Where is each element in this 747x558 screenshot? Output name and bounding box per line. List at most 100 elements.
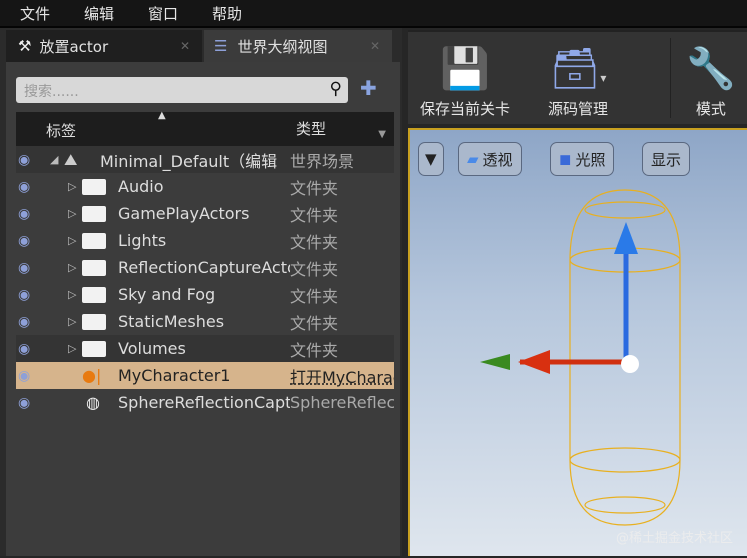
- search-input[interactable]: 搜索...... ⚲: [16, 77, 348, 103]
- outliner-row[interactable]: ◉ ▷ Volumes 文件夹: [16, 335, 394, 362]
- visibility-eye-icon[interactable]: ◉: [18, 341, 42, 357]
- row-name: MyCharacter1: [118, 366, 231, 385]
- sort-asc-icon: ▲: [158, 110, 166, 121]
- visibility-eye-icon[interactable]: ◉: [18, 179, 42, 195]
- row-name: GamePlayActors: [118, 204, 250, 223]
- wrench-brush-icon: 🔧: [686, 46, 736, 92]
- z-arrow-head: [614, 222, 638, 254]
- folder-icon: [82, 178, 106, 195]
- expand-arrow-icon[interactable]: ▷: [68, 342, 76, 355]
- row-type: 文件夹: [290, 340, 339, 360]
- visibility-eye-icon[interactable]: ◉: [18, 260, 42, 276]
- row-type: 文件夹: [290, 232, 339, 252]
- row-type[interactable]: 打开MyCharacter: [290, 364, 394, 388]
- save-label: 保存当前关卡: [420, 100, 511, 118]
- folder-icon: [82, 340, 106, 357]
- expand-arrow-icon[interactable]: ▷: [68, 261, 76, 274]
- divider: [670, 38, 671, 118]
- toolbar: 💾 保存当前关卡 🗃▾ 源码管理 🔧 模式: [408, 30, 747, 124]
- row-name: Minimal_Default（编辑: [100, 151, 278, 171]
- expand-arrow-icon[interactable]: ▷: [68, 315, 76, 328]
- outliner-row[interactable]: ◉ ▷ Sky and Fog 文件夹: [16, 281, 394, 308]
- search-icon: ⚲: [329, 79, 342, 99]
- outliner-row[interactable]: ◉ ▷ ReflectionCaptureActors文件夹: [16, 254, 394, 281]
- world-outliner: 搜索...... ⚲ ✚ 标签 ▲ 类型 ▼ ◉ ◢ ⛰ Minimal_Default…: [6, 62, 400, 556]
- tab-place-actor[interactable]: ⚒ 放置actor ✕: [6, 30, 202, 62]
- source-control-button[interactable]: 🗃▾ 源码管理: [548, 40, 608, 119]
- column-header: 标签 ▲ 类型 ▼: [16, 110, 394, 147]
- expand-arrow-icon[interactable]: ◢: [50, 153, 58, 166]
- row-type: 世界场景: [290, 151, 355, 171]
- world-icon: ⛰: [64, 149, 78, 169]
- menu-help[interactable]: 帮助: [212, 3, 242, 24]
- outliner-row[interactable]: ◉ ●| MyCharacter1 打开MyCharacter: [16, 362, 394, 389]
- outliner-row[interactable]: ◉ ▷ Audio 文件夹: [16, 173, 394, 200]
- tab-label: 世界大纲视图: [237, 37, 328, 56]
- outliner-row[interactable]: ◉ ▷ Lights 文件夹: [16, 227, 394, 254]
- modes-button[interactable]: 🔧 模式: [686, 40, 736, 119]
- menu-file[interactable]: 文件: [20, 3, 50, 24]
- outliner-row[interactable]: ◉ ▷ GamePlayActors 文件夹: [16, 200, 394, 227]
- menu-window[interactable]: 窗口: [148, 3, 178, 24]
- character-icon: ●|: [82, 366, 102, 385]
- row-name: Audio: [118, 177, 164, 196]
- row-type: 文件夹: [290, 313, 339, 333]
- row-type: SphereReflectionCapture: [290, 393, 394, 412]
- visibility-eye-icon[interactable]: ◉: [18, 233, 42, 249]
- row-name: Lights: [118, 231, 167, 250]
- visibility-eye-icon[interactable]: ◉: [18, 368, 42, 384]
- add-folder-icon[interactable]: ✚: [360, 76, 377, 100]
- visibility-eye-icon[interactable]: ◉: [18, 206, 42, 222]
- column-label[interactable]: 标签: [46, 120, 76, 141]
- expand-arrow-icon[interactable]: ▷: [68, 180, 76, 193]
- search-placeholder: 搜索......: [24, 84, 79, 100]
- sphere-capture-icon: ◍: [86, 393, 100, 412]
- visibility-eye-icon[interactable]: ◉: [18, 152, 42, 168]
- outliner-row[interactable]: ◉ ▷ StaticMeshes 文件夹: [16, 308, 394, 335]
- left-panel: ⚒ 放置actor ✕ ☰ 世界大纲视图 ✕ 搜索...... ⚲ ✚ 标签 ▲ 类型 ▼…: [0, 28, 402, 556]
- x-arrow-head: [518, 350, 550, 374]
- row-name: SphereReflectionCapture: [118, 393, 290, 412]
- outliner-row[interactable]: ◉ ◢ ⛰ Minimal_Default（编辑 世界场景: [16, 146, 394, 173]
- folder-icon: [82, 259, 106, 276]
- list-icon: ☰: [214, 37, 228, 55]
- expand-arrow-icon[interactable]: ▷: [68, 234, 76, 247]
- row-name: Volumes: [118, 339, 186, 358]
- tab-world-outliner[interactable]: ☰ 世界大纲视图 ✕: [204, 30, 392, 62]
- capsule-gizmo: [480, 189, 681, 526]
- row-name: ReflectionCaptureActors: [118, 258, 290, 277]
- row-type: 文件夹: [290, 259, 339, 279]
- source-label: 源码管理: [548, 100, 609, 118]
- pivot: [621, 355, 639, 373]
- folder-icon: [82, 286, 106, 303]
- source-control-icon: 🗃▾: [549, 46, 607, 92]
- folder-icon: [82, 313, 106, 330]
- floppy-icon: 💾: [440, 46, 490, 92]
- column-type[interactable]: 类型: [296, 118, 326, 139]
- menu-edit[interactable]: 编辑: [84, 3, 114, 24]
- visibility-eye-icon[interactable]: ◉: [18, 395, 42, 411]
- y-arrow-head: [480, 354, 510, 370]
- folder-icon: [82, 232, 106, 249]
- close-icon[interactable]: ✕: [180, 39, 190, 53]
- place-actor-icon: ⚒: [18, 37, 32, 55]
- close-icon[interactable]: ✕: [370, 39, 380, 53]
- watermark: @稀土掘金技术社区: [615, 531, 733, 546]
- row-type: 文件夹: [290, 286, 339, 306]
- modes-label: 模式: [695, 100, 726, 118]
- outliner-row[interactable]: ◉ ◍ SphereReflectionCaptureSphereReflectio…: [16, 389, 394, 416]
- row-type: 文件夹: [290, 178, 339, 198]
- visibility-eye-icon[interactable]: ◉: [18, 287, 42, 303]
- column-options-icon[interactable]: ▼: [378, 129, 386, 140]
- save-level-button[interactable]: 💾 保存当前关卡: [420, 40, 510, 119]
- expand-arrow-icon[interactable]: ▷: [68, 207, 76, 220]
- row-name: Sky and Fog: [118, 285, 216, 304]
- outliner-list: ◉ ◢ ⛰ Minimal_Default（编辑 世界场景 ◉ ▷ Audio 文件夹 ◉ ▷ Gam…: [16, 146, 394, 416]
- visibility-eye-icon[interactable]: ◉: [18, 314, 42, 330]
- folder-icon: [82, 205, 106, 222]
- level-viewport[interactable]: ▼ ▰ 透视 ◼ 光照 显示 @稀土掘金技术社区: [408, 128, 747, 556]
- expand-arrow-icon[interactable]: ▷: [68, 288, 76, 301]
- tab-label: 放置actor: [39, 37, 109, 56]
- menu-bar: 文件 编辑 窗口 帮助: [0, 0, 747, 28]
- row-type: 文件夹: [290, 205, 339, 225]
